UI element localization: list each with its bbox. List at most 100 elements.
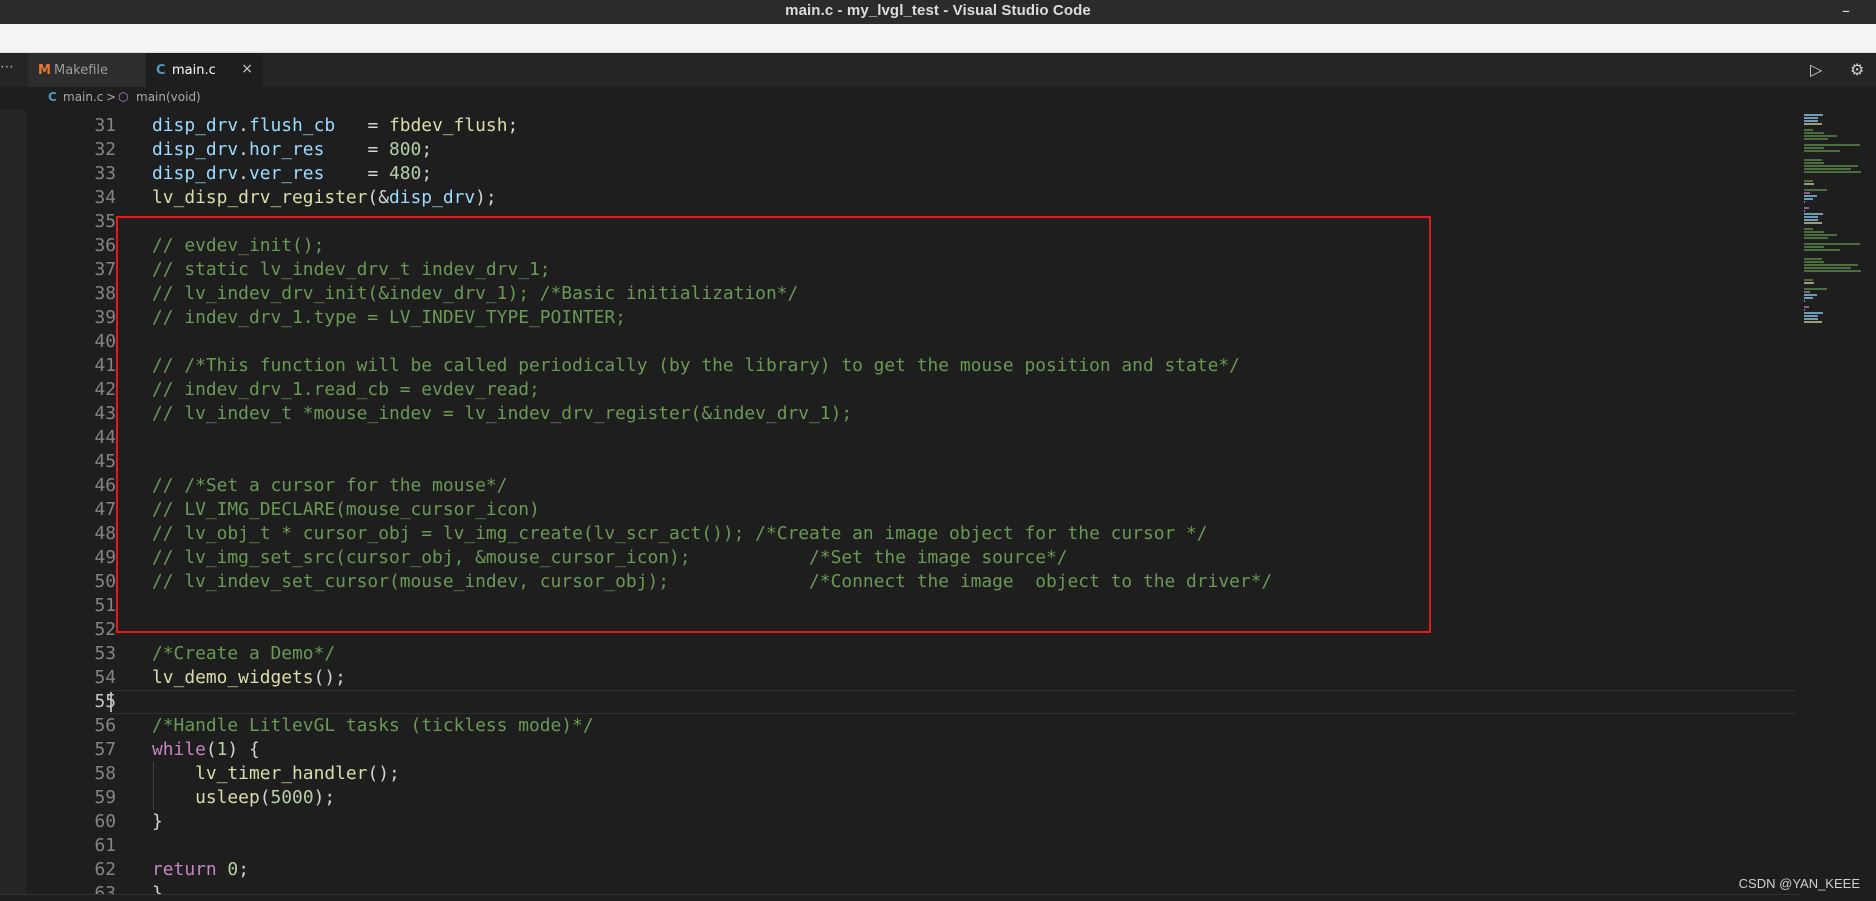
code-token: =	[324, 139, 389, 160]
code-line[interactable]: 46 // /*Set a cursor for the mouse*/	[0, 474, 1800, 498]
code-line[interactable]: 41 // /*This function will be called peri…	[0, 354, 1800, 378]
code-line[interactable]: 37 // static lv_indev_drv_t indev_drv_1;	[0, 258, 1800, 282]
line-number: 47	[94, 499, 116, 520]
minimap-line	[1804, 207, 1809, 209]
code-line[interactable]: 45	[0, 450, 1800, 474]
minimap-line	[1804, 267, 1851, 269]
close-icon[interactable]: ×	[241, 61, 253, 77]
minimap-line	[1804, 291, 1810, 293]
minimap-line	[1804, 279, 1814, 281]
code-token: usleep	[195, 787, 260, 808]
tab-label: main.c	[172, 62, 216, 78]
code-line[interactable]: 52	[0, 618, 1800, 642]
minimap-line	[1804, 228, 1813, 230]
minimap-line	[1804, 216, 1819, 218]
code-line[interactable]: 51	[0, 594, 1800, 618]
code-line[interactable]: 53 /*Create a Demo*/	[0, 642, 1800, 666]
code-line[interactable]: 62 return 0;	[0, 858, 1800, 882]
code-line[interactable]: 47 // LV_IMG_DECLARE(mouse_cursor_icon)	[0, 498, 1800, 522]
code-line[interactable]: 36 // evdev_init();	[0, 234, 1800, 258]
line-number: 49	[94, 547, 116, 568]
tab-main-c[interactable]: C main.c ×	[146, 53, 263, 87]
minimize-icon[interactable]: –	[1842, 1, 1850, 20]
minimap-line	[1804, 270, 1862, 272]
code-line[interactable]: 39 // indev_drv_1.type = LV_INDEV_TYPE_PO…	[0, 306, 1800, 330]
line-number: 63	[94, 883, 116, 894]
code-token: }	[152, 811, 163, 832]
minimap-line	[1804, 114, 1823, 116]
code-line[interactable]: 58 lv_timer_handler();	[0, 762, 1800, 786]
minimap-line	[1804, 297, 1814, 299]
code-line[interactable]: 56 /*Handle LitlevGL tasks (tickless mode…	[0, 714, 1800, 738]
code-line[interactable]: 31 disp_drv.flush_cb = fbdev_flush;	[0, 114, 1800, 138]
minimap-line	[1804, 237, 1829, 239]
code-token: hor_res	[248, 139, 325, 160]
code-line[interactable]: 32 disp_drv.hor_res = 800;	[0, 138, 1800, 162]
code-line[interactable]: 49 // lv_img_set_src(cursor_obj, &mouse_c…	[0, 546, 1800, 570]
code-token: ;	[507, 115, 519, 136]
code-line[interactable]: 50 // lv_indev_set_cursor(mouse_indev, cu…	[0, 570, 1800, 594]
tab-label: Makefile	[54, 62, 109, 78]
code-line[interactable]: 40	[0, 330, 1800, 354]
code-line[interactable]: 48 // lv_obj_t * cursor_obj = lv_img_crea…	[0, 522, 1800, 546]
code-line[interactable]: 55	[0, 690, 1800, 714]
line-number: 39	[94, 307, 116, 328]
code-text: lv_timer_handler();	[152, 762, 400, 786]
minimap-line	[1804, 117, 1819, 119]
code-line[interactable]: 38 // lv_indev_drv_init(&indev_drv_1); /*…	[0, 282, 1800, 306]
code-line[interactable]: 33 disp_drv.ver_res = 480;	[0, 162, 1800, 186]
code-line[interactable]: 54 lv_demo_widgets();	[0, 666, 1800, 690]
code-token: ) {	[227, 739, 260, 760]
minimap-line	[1804, 243, 1860, 245]
code-line[interactable]: 34 lv_disp_drv_register(&disp_drv);	[0, 186, 1800, 210]
window-title: main.c - my_lvgl_test - Visual Studio Co…	[785, 2, 1091, 19]
code-token: 800	[389, 139, 422, 160]
code-text: disp_drv.hor_res = 800;	[152, 138, 432, 162]
code-line[interactable]: 44	[0, 426, 1800, 450]
minimap-line	[1804, 192, 1810, 194]
code-token: .	[238, 163, 249, 184]
line-number: 61	[94, 835, 116, 856]
code-line[interactable]: 42 // indev_drv_1.read_cb = evdev_read;	[0, 378, 1800, 402]
minimap-line	[1804, 171, 1862, 173]
code-line[interactable]: 60}	[0, 810, 1800, 834]
code-token: lv_timer_handler	[195, 763, 368, 784]
c-file-icon: C	[48, 90, 57, 104]
code-line[interactable]: 61	[0, 834, 1800, 858]
code-token: fbdev_flush	[388, 115, 508, 136]
code-token: =	[335, 115, 389, 136]
code-text: // evdev_init();	[152, 234, 324, 258]
minimap-line	[1804, 219, 1819, 221]
line-number: 41	[94, 355, 116, 376]
minimap-line	[1804, 138, 1829, 140]
editor-tab-bar: ⋯ M Makefile C main.c × ▷ ⚙	[0, 53, 1876, 87]
run-icon[interactable]: ▷	[1810, 60, 1822, 79]
minimap-line	[1804, 318, 1819, 320]
breadcrumb-symbol[interactable]: main(void)	[136, 90, 201, 104]
code-editor[interactable]: 31 disp_drv.flush_cb = fbdev_flush; 32 disp…	[0, 110, 1800, 894]
line-number: 56	[94, 715, 116, 736]
code-token: ;	[421, 139, 433, 160]
code-line[interactable]: 57 while(1) {	[0, 738, 1800, 762]
more-actions-icon[interactable]: ⋯	[0, 59, 14, 75]
line-number: 38	[94, 283, 116, 304]
watermark: CSDN @YAN_KEEE	[1738, 876, 1860, 891]
line-number: 32	[94, 139, 116, 160]
code-line[interactable]: 43 // lv_indev_t *mouse_indev = lv_indev_…	[0, 402, 1800, 426]
code-line[interactable]: 63}	[0, 882, 1800, 894]
breadcrumb-file[interactable]: main.c	[63, 90, 103, 104]
line-number: 37	[94, 259, 116, 280]
code-token: // lv_indev_set_cursor(mouse_indev, curs…	[152, 571, 1273, 592]
line-number: 44	[94, 427, 116, 448]
code-text: /*Handle LitlevGL tasks (tickless mode)*…	[152, 714, 594, 738]
minimap-line	[1804, 312, 1823, 314]
tab-makefile[interactable]: M Makefile	[28, 53, 146, 87]
minimap-line	[1804, 249, 1840, 251]
code-token: // lv_obj_t * cursor_obj = lv_img_create…	[152, 523, 1208, 544]
minimap[interactable]	[1800, 110, 1876, 900]
code-line[interactable]: 35	[0, 210, 1800, 234]
code-text: return 0;	[152, 858, 249, 882]
minimap-line	[1804, 150, 1840, 152]
code-line[interactable]: 59 usleep(5000);	[0, 786, 1800, 810]
gear-icon[interactable]: ⚙	[1850, 60, 1864, 79]
